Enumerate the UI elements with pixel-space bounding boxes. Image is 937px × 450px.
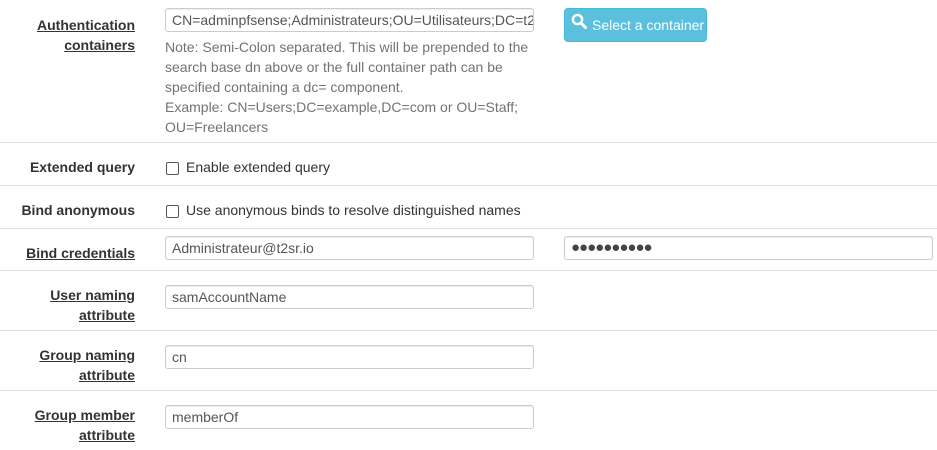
auth-containers-help: Note: Semi-Colon separated. This will be… xyxy=(165,39,529,135)
select-container-label: Select a container xyxy=(592,17,705,33)
bind-password-input[interactable]: ●●●●●●●●●● xyxy=(564,236,933,260)
auth-containers-label: Authentication containers xyxy=(37,17,135,53)
bind-anonymous-label: Bind anonymous xyxy=(21,202,135,218)
bind-anonymous-checkbox-label[interactable]: Use anonymous binds to resolve distingui… xyxy=(186,200,521,220)
bind-anonymous-row: Bind anonymous Use anonymous binds to re… xyxy=(0,186,937,229)
extended-query-checkbox-label[interactable]: Enable extended query xyxy=(186,157,330,177)
group-naming-row: Group naming attribute cn xyxy=(0,331,937,391)
search-icon xyxy=(571,8,587,40)
extended-query-label: Extended query xyxy=(29,159,135,175)
group-member-row: Group member attribute memberOf xyxy=(0,391,937,450)
group-naming-input[interactable]: cn xyxy=(165,345,534,369)
bind-credentials-row: Bind credentials Administrateur@t2sr.io … xyxy=(0,229,937,271)
group-naming-label: Group naming attribute xyxy=(39,347,135,383)
group-member-input[interactable]: memberOf xyxy=(165,405,534,429)
bind-username-input[interactable]: Administrateur@t2sr.io xyxy=(165,236,534,260)
extended-query-row: Extended query Enable extended query xyxy=(0,143,937,186)
user-naming-label: User naming attribute xyxy=(50,287,135,323)
bind-credentials-label: Bind credentials xyxy=(26,245,135,261)
auth-containers-input[interactable]: CN=adminpfsense;Administrateurs;OU=Utili… xyxy=(165,8,534,32)
user-naming-row: User naming attribute samAccountName xyxy=(0,271,937,331)
select-container-button[interactable]: Select a container xyxy=(564,8,707,42)
group-member-label: Group member attribute xyxy=(34,407,135,443)
bind-anonymous-checkbox[interactable] xyxy=(166,205,179,218)
auth-containers-row: Authentication containers CN=adminpfsens… xyxy=(0,0,937,143)
user-naming-input[interactable]: samAccountName xyxy=(165,285,534,309)
extended-query-checkbox[interactable] xyxy=(166,162,179,175)
